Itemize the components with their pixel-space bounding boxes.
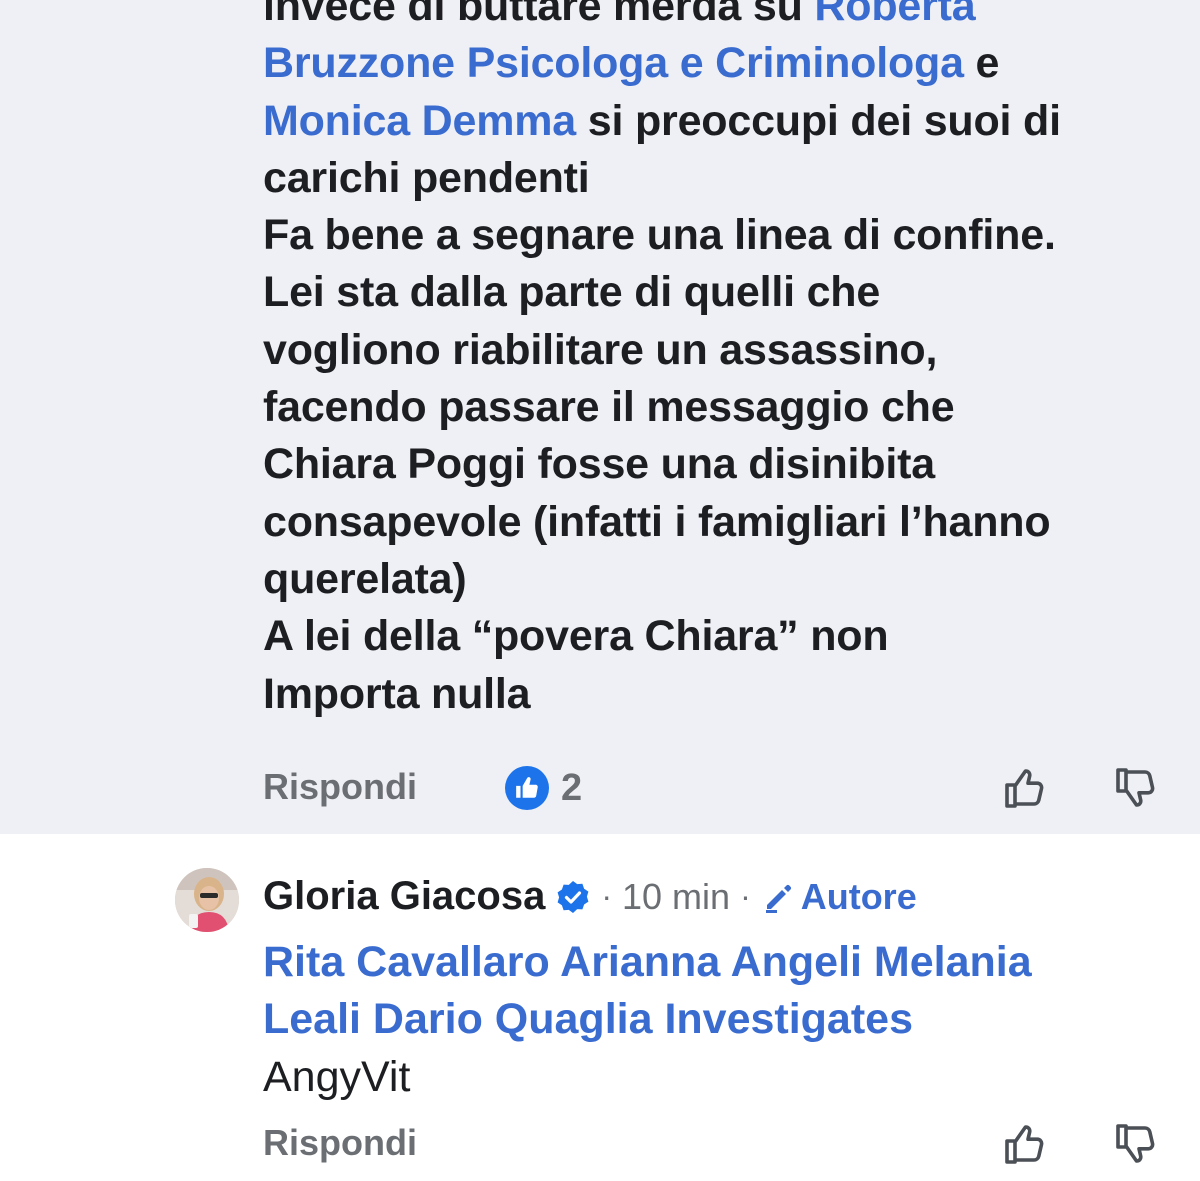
like-reaction-icon [505, 766, 549, 810]
text-segment: consapevole (infatti i famigliari l’hann… [263, 497, 1051, 546]
mention-link[interactable]: Monica Demma [263, 97, 576, 145]
reaction-summary[interactable]: 2 [505, 766, 582, 810]
reply-text: Rita Cavallaro Arianna Angeli Melania Lea… [263, 934, 1193, 1106]
mention-link[interactable]: Roberta [814, 0, 975, 30]
text-segment: AngyVit [263, 1052, 411, 1101]
text-line: Lei sta dalla parte di quelli che [263, 264, 1193, 321]
text-segment: Fa bene a segnare una linea di confine. [263, 211, 1056, 260]
text-segment: querelata) [263, 554, 467, 603]
text-line: Bruzzone Psicologa e Criminologa e [263, 35, 1193, 92]
verified-badge-icon [557, 880, 589, 913]
reply-container: Gloria Giacosa · 10 min · Autore Rita Ca… [0, 834, 1200, 1181]
mention-link[interactable]: Rita Cavallaro Arianna Angeli Melania [263, 938, 1032, 986]
meta-separator: · [601, 878, 612, 914]
text-line: AngyVit [263, 1049, 1193, 1106]
text-segment: Importa nulla [263, 669, 531, 718]
mention-link[interactable]: Leali Dario Quaglia Investigates [263, 995, 913, 1043]
text-line: carichi pendenti [263, 150, 1193, 207]
mention-link[interactable]: Bruzzone Psicologa e Criminologa [263, 39, 964, 87]
text-segment: A lei della “povera Chiara” non [263, 612, 889, 661]
pencil-icon [765, 884, 791, 913]
text-line: Chiara Poggi fosse una disinibita [263, 436, 1193, 493]
thumb-up-outline-icon[interactable] [1001, 764, 1049, 812]
text-line: Importa nulla [263, 666, 1193, 723]
text-line: Monica Demma si preoccupi dei suoi di [263, 93, 1193, 150]
thumb-down-outline-icon[interactable] [1112, 1120, 1160, 1168]
text-line: consapevole (infatti i famigliari l’hann… [263, 494, 1193, 551]
reply-button[interactable]: Rispondi [263, 1122, 417, 1164]
comment-container: invece di buttare merda su Roberta Bruzzo… [0, 0, 1200, 834]
reply-actions: Rispondi [0, 1116, 1200, 1176]
thumb-up-outline-icon[interactable] [1001, 1120, 1049, 1168]
text-segment: si preoccupi dei suoi di [576, 96, 1061, 145]
text-segment: invece di buttare merda su [263, 0, 815, 30]
text-line: A lei della “povera Chiara” non [263, 608, 1193, 665]
text-segment: vogliono riabilitare un assassino, [263, 325, 938, 374]
text-line: invece di buttare merda su Roberta [263, 0, 1193, 35]
comment-actions: Rispondi 2 [0, 760, 1200, 820]
text-line: Leali Dario Quaglia Investigates [263, 991, 1193, 1048]
text-segment: carichi pendenti [263, 153, 590, 202]
text-line: Rita Cavallaro Arianna Angeli Melania [263, 934, 1193, 991]
text-line: vogliono riabilitare un assassino, [263, 322, 1193, 379]
author-name[interactable]: Gloria Giacosa [263, 874, 545, 919]
thumb-down-outline-icon[interactable] [1112, 764, 1160, 812]
text-segment: e [963, 39, 1000, 88]
reply-button[interactable]: Rispondi [263, 766, 417, 808]
author-badge-label: Autore [800, 875, 917, 917]
text-segment: Lei sta dalla parte di quelli che [263, 268, 881, 317]
reaction-count: 2 [561, 766, 583, 809]
avatar[interactable] [175, 868, 239, 932]
reply-header: Gloria Giacosa · 10 min · Autore [263, 874, 917, 919]
text-line: facendo passare il messaggio che [263, 379, 1193, 436]
meta-separator: · [740, 878, 751, 914]
text-segment: Chiara Poggi fosse una disinibita [263, 440, 935, 489]
text-line: querelata) [263, 551, 1193, 608]
author-badge: Autore [761, 876, 917, 918]
timestamp[interactable]: 10 min [622, 876, 730, 918]
text-line: Fa bene a segnare una linea di confine. [263, 207, 1193, 264]
comment-text: invece di buttare merda su Roberta Bruzzo… [263, 0, 1193, 723]
text-segment: facendo passare il messaggio che [263, 383, 955, 432]
